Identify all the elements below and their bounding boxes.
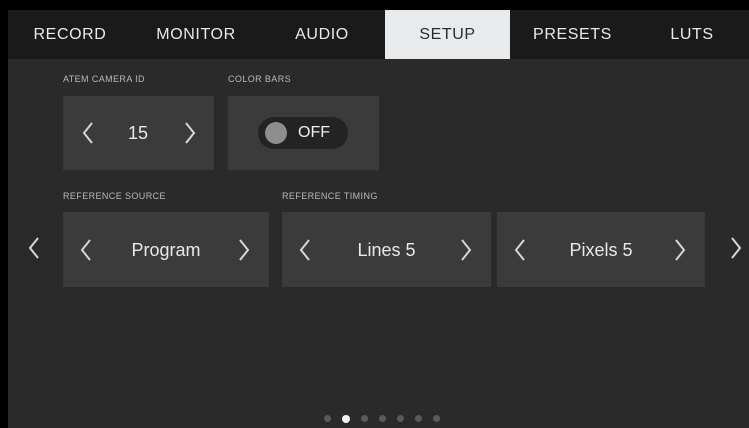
page-dot[interactable] <box>397 415 404 422</box>
timing-pixels-next[interactable] <box>674 239 686 261</box>
tab-bar: RECORD MONITOR AUDIO SETUP PRESETS LUTS <box>8 10 749 59</box>
page-dot-active[interactable] <box>342 414 350 423</box>
color-bars-tile: OFF <box>228 96 379 170</box>
chevron-left-icon <box>514 239 525 261</box>
chevron-right-icon <box>461 239 472 261</box>
chevron-left-icon <box>299 239 310 261</box>
page-dot[interactable] <box>433 415 440 422</box>
reference-source-prev[interactable] <box>80 239 92 261</box>
reference-source-next[interactable] <box>238 239 250 261</box>
reference-timing-lines-stepper: Lines 5 <box>282 212 491 287</box>
color-bars-state: OFF <box>298 124 330 141</box>
camera-id-decrement[interactable] <box>82 122 94 144</box>
camera-id-value: 15 <box>127 123 149 143</box>
camera-id-label: ATEM CAMERA ID <box>63 74 145 84</box>
timing-lines-next[interactable] <box>460 239 472 261</box>
chevron-left-icon <box>28 237 39 259</box>
page-dot[interactable] <box>379 415 386 422</box>
reference-source-stepper: Program <box>63 212 269 287</box>
timing-pixels-prev[interactable] <box>514 239 526 261</box>
camera-id-stepper: 15 <box>63 96 214 170</box>
timing-lines-value: Lines 5 <box>357 240 416 260</box>
chevron-left-icon <box>82 122 93 144</box>
timing-lines-prev[interactable] <box>299 239 311 261</box>
chevron-right-icon <box>731 237 742 259</box>
timing-pixels-value: Pixels 5 <box>569 240 633 260</box>
reference-timing-label: REFERENCE TIMING <box>282 191 378 201</box>
tab-presets[interactable]: PRESETS <box>510 10 635 59</box>
tab-luts[interactable]: LUTS <box>635 10 749 59</box>
tab-monitor[interactable]: MONITOR <box>132 10 260 59</box>
chevron-right-icon <box>185 122 196 144</box>
tab-audio[interactable]: AUDIO <box>260 10 384 59</box>
color-bars-toggle[interactable]: OFF <box>258 117 348 149</box>
page-prev-button[interactable] <box>28 237 40 259</box>
camera-id-increment[interactable] <box>184 122 196 144</box>
reference-source-value: Program <box>131 240 201 260</box>
toggle-knob <box>265 122 287 144</box>
camera-screen: RECORD MONITOR AUDIO SETUP PRESETS LUTS … <box>8 10 749 428</box>
page-dot[interactable] <box>324 415 331 422</box>
page-dot[interactable] <box>361 415 368 422</box>
tab-setup[interactable]: SETUP <box>385 10 510 59</box>
color-bars-label: COLOR BARS <box>228 74 292 84</box>
page-dot[interactable] <box>415 415 422 422</box>
chevron-left-icon <box>80 239 91 261</box>
reference-timing-pixels-stepper: Pixels 5 <box>497 212 705 287</box>
chevron-right-icon <box>239 239 250 261</box>
chevron-right-icon <box>675 239 686 261</box>
page-next-button[interactable] <box>730 237 742 259</box>
tab-record[interactable]: RECORD <box>8 10 132 59</box>
reference-source-label: REFERENCE SOURCE <box>63 191 166 201</box>
